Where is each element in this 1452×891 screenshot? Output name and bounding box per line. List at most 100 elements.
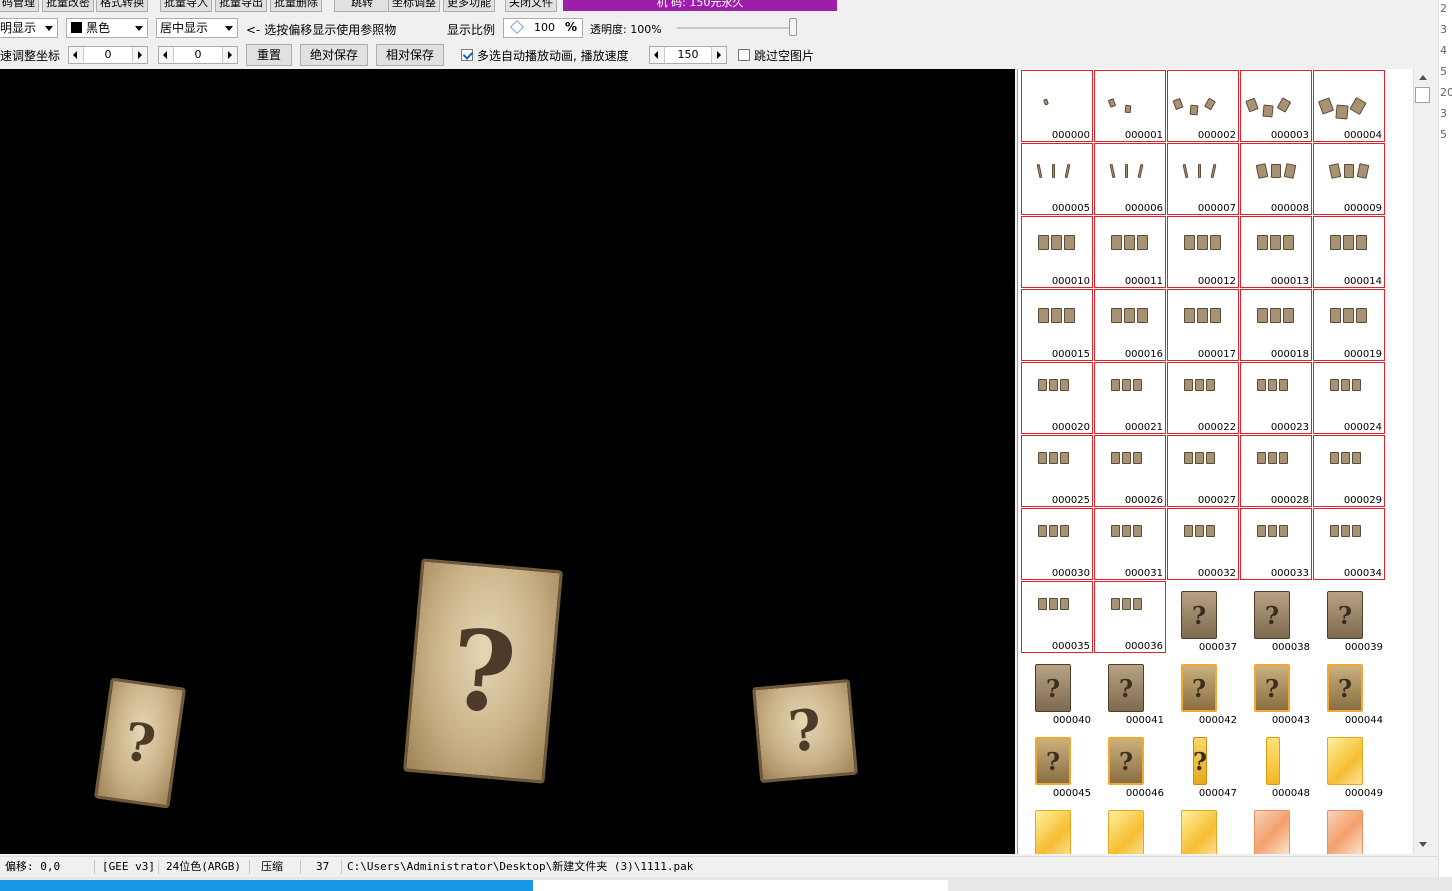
card-fragment-icon [1109,163,1116,179]
color-swatch [71,22,82,33]
close-file-button[interactable]: 关闭文件 [505,0,557,12]
scroll-up-icon[interactable] [1414,69,1431,86]
thumbnail-cell[interactable]: 000027 [1167,435,1239,507]
thumbnail-cell[interactable]: ? 000041 [1094,654,1166,726]
align-select[interactable]: 居中显示 [156,18,238,38]
card-question-icon [1108,810,1144,854]
thumbnail-cell[interactable]: ? 000045 [1021,727,1093,799]
thumbnail-cell[interactable]: 000001 [1094,70,1166,142]
preview-canvas[interactable]: ? ? ? [0,69,1015,854]
thumbnail-panel[interactable]: 000000 000001 000002 000003 000004 000005 0000… [1017,69,1414,854]
thumbnail-cell[interactable]: 000016 [1094,289,1166,361]
thumbnail-cell[interactable]: 000013 [1240,216,1312,288]
thumbnail-cell[interactable]: ? 000040 [1021,654,1093,726]
thumbnail-cell[interactable]: 000023 [1240,362,1312,434]
thumbnail-cell[interactable]: 000003 [1240,70,1312,142]
batch-import-button[interactable]: 批量导入 [160,0,212,12]
opacity-slider-thumb[interactable] [789,18,797,36]
card-mini-icon [1111,452,1120,464]
speed-stepper[interactable]: 150 [649,46,727,64]
thumbnail-cell[interactable]: 000020 [1021,362,1093,434]
batch-export-button[interactable]: 批量导出 [215,0,267,12]
thumbnail-cell[interactable]: 000009 [1313,143,1385,215]
format-convert-button[interactable]: 格式转换 [96,0,148,12]
skip-empty-checkbox[interactable] [738,49,750,61]
thumbnail-cell[interactable]: 000028 [1240,435,1312,507]
scale-input[interactable]: 100 % [503,18,583,38]
thumbnail-cell[interactable]: 000030 [1021,508,1093,580]
arrow-left-icon[interactable] [650,47,665,63]
thumbnail-cell[interactable] [1167,800,1239,854]
arrow-left-icon[interactable] [159,47,174,63]
batch-delete-button[interactable]: 批量删除 [270,0,322,12]
thumbnail-cell[interactable] [1021,800,1093,854]
thumbnail-cell[interactable]: 000049 [1313,727,1385,799]
thumbnail-cell[interactable]: 000006 [1094,143,1166,215]
thumbnail-cell[interactable]: ? 000039 [1313,581,1385,653]
thumbnail-cell[interactable]: ? 000042 [1167,654,1239,726]
thumbnail-cell[interactable]: ? 000038 [1240,581,1312,653]
arrow-right-icon[interactable] [711,47,726,63]
thumbnail-cell[interactable] [1240,800,1312,854]
thumbnail-cell[interactable]: ? 000044 [1313,654,1385,726]
thumbnail-cell[interactable]: 000011 [1094,216,1166,288]
arrow-right-icon[interactable] [222,47,237,63]
thumbnail-cell[interactable]: ? 000047 [1167,727,1239,799]
thumbnail-cell[interactable]: 000010 [1021,216,1093,288]
autoplay-checkbox[interactable] [461,49,473,61]
thumbnail-cell[interactable]: 000034 [1313,508,1385,580]
bg-color-select[interactable]: 黑色 [66,18,148,38]
thumbnail-cell[interactable]: 000022 [1167,362,1239,434]
card-fragment-icon [1262,104,1274,118]
display-mode-select[interactable]: 明显示 [0,18,58,38]
scroll-down-icon[interactable] [1414,836,1431,853]
thumbnail-cell[interactable]: 000032 [1167,508,1239,580]
thumbnail-cell[interactable]: ? 000046 [1094,727,1166,799]
thumbnail-cell[interactable]: 000007 [1167,143,1239,215]
relative-save-button[interactable]: 相对保存 [376,44,444,66]
thumbnail-cell[interactable]: 000048 [1240,727,1312,799]
coord-adjust-button[interactable]: 坐标调整 [388,0,440,12]
absolute-save-button[interactable]: 绝对保存 [300,44,368,66]
thumbnail-cell[interactable]: 000015 [1021,289,1093,361]
arrow-right-icon[interactable] [132,47,147,63]
opacity-slider-track[interactable] [677,27,797,29]
thumbnail-cell[interactable]: 000008 [1240,143,1312,215]
thumbnail-cell[interactable] [1313,800,1385,854]
thumbnail-cell[interactable]: 000025 [1021,435,1093,507]
thumbnail-cell[interactable]: 000033 [1240,508,1312,580]
autoplay-label: 多选自动播放动画, 播放速度 [477,49,629,63]
arrow-left-icon[interactable] [69,47,84,63]
reset-button[interactable]: 重置 [246,44,292,66]
thumbnail-cell[interactable]: 000019 [1313,289,1385,361]
thumbnail-cell[interactable]: 000000 [1021,70,1093,142]
card-fragment-icon [1210,163,1217,179]
thumbnail-cell[interactable]: 000029 [1313,435,1385,507]
thumbnail-cell[interactable]: 000024 [1313,362,1385,434]
code-manage-button[interactable]: 码管理 [0,0,39,12]
x-offset-stepper[interactable]: 0 [68,46,148,64]
thumbnail-cell[interactable]: 000031 [1094,508,1166,580]
thumbnail-cell[interactable]: 000026 [1094,435,1166,507]
thumbnail-cell[interactable]: 000021 [1094,362,1166,434]
compress-status: 压缩 [261,860,283,873]
thumbnail-cell[interactable]: 000017 [1167,289,1239,361]
thumbnail-scrollbar[interactable] [1413,69,1432,854]
y-offset-stepper[interactable]: 0 [158,46,238,64]
jump-button[interactable]: 跳转 [334,0,390,12]
thumbnail-cell[interactable]: ? 000043 [1240,654,1312,726]
scrollbar-thumb[interactable] [1415,87,1430,103]
thumbnail-cell[interactable]: 000014 [1313,216,1385,288]
more-functions-button[interactable]: 更多功能 [443,0,495,12]
license-banner[interactable]: 机 码: 150元永久 [563,0,837,11]
thumbnail-cell[interactable]: 000002 [1167,70,1239,142]
thumbnail-cell[interactable]: 000036 [1094,581,1166,653]
thumbnail-cell[interactable]: 000018 [1240,289,1312,361]
thumbnail-cell[interactable] [1094,800,1166,854]
thumbnail-cell[interactable]: 000004 [1313,70,1385,142]
thumbnail-cell[interactable]: ? 000037 [1167,581,1239,653]
thumbnail-cell[interactable]: 000005 [1021,143,1093,215]
thumbnail-cell[interactable]: 000012 [1167,216,1239,288]
thumbnail-cell[interactable]: 000035 [1021,581,1093,653]
batch-password-button[interactable]: 批量改密 [42,0,94,12]
